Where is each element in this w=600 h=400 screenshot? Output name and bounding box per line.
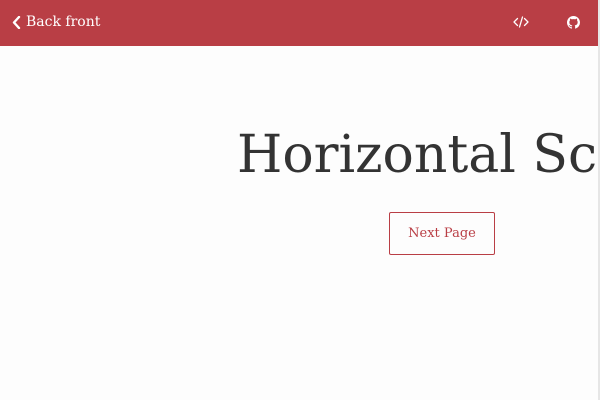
view-source-button[interactable] [509,0,533,44]
top-navigation-bar: Back front [0,0,598,46]
back-front-link[interactable]: Back front [12,0,100,44]
next-page-button[interactable]: Next Page [389,212,495,255]
github-icon [566,15,580,29]
back-front-label: Back front [26,14,101,30]
main-content: Horizontal Scroll Next Page [0,46,598,400]
chevron-left-icon [12,15,21,29]
github-button[interactable] [561,0,585,44]
code-icon [513,16,529,28]
page-title: Horizontal Scroll [237,125,598,185]
